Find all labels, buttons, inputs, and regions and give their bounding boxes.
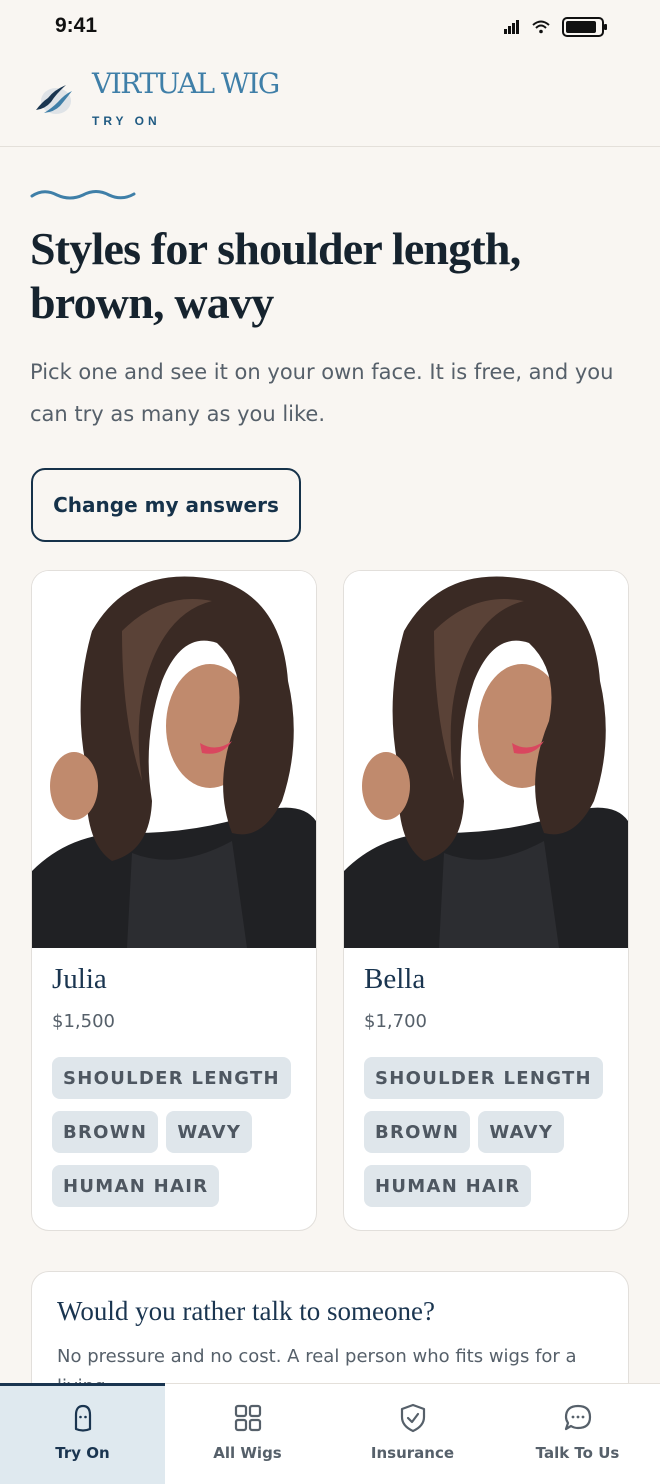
chat-bubble-icon <box>564 1404 591 1431</box>
app-header: VIRTUAL WIG TRY ON <box>0 56 660 147</box>
style-price: $1,700 <box>364 1011 427 1032</box>
tab-insurance[interactable]: Insurance <box>330 1384 495 1484</box>
style-tags: SHOULDER LENGTH BROWN WAVY HUMAN HAIR <box>364 1057 614 1207</box>
logo-icon <box>36 85 72 114</box>
intro-text: Pick one and see it on your own face. It… <box>30 360 614 426</box>
wig-model-photo <box>344 571 628 948</box>
status-icons <box>504 16 608 38</box>
tag-length: SHOULDER LENGTH <box>52 1057 291 1099</box>
bottom-tab-bar: Try On All Wigs Insurance Talk To Us <box>0 1383 660 1484</box>
change-answers-button[interactable]: Change my answers <box>31 468 301 542</box>
style-name: Bella <box>364 963 426 995</box>
style-price: $1,500 <box>52 1011 115 1032</box>
wifi-icon <box>532 20 550 34</box>
battery-icon <box>562 17 607 37</box>
tab-label: Try On <box>55 1444 110 1462</box>
tag-color: BROWN <box>364 1111 471 1153</box>
wig-model-photo <box>32 571 316 948</box>
tag-material: HUMAN HAIR <box>364 1165 532 1207</box>
signal-icon <box>504 20 519 34</box>
tag-material: HUMAN HAIR <box>52 1165 220 1207</box>
tab-try-on[interactable]: Try On <box>0 1383 165 1484</box>
shield-check-icon <box>400 1403 425 1433</box>
face-icon <box>74 1404 91 1432</box>
style-card-julia[interactable]: Julia $1,500 SHOULDER LENGTH BROWN WAVY … <box>31 570 317 1231</box>
style-tags: SHOULDER LENGTH BROWN WAVY HUMAN HAIR <box>52 1057 302 1207</box>
tag-texture: WAVY <box>166 1111 253 1153</box>
wave-divider <box>30 190 136 200</box>
brand-subtitle: TRY ON <box>92 114 161 128</box>
tab-talk-to-us[interactable]: Talk To Us <box>495 1384 660 1484</box>
tab-label: Insurance <box>370 1444 455 1462</box>
page-title: Styles for shoulder length, brown, wavy <box>30 223 521 328</box>
status-bar: 9:41 <box>0 0 660 56</box>
talk-title: Would you rather talk to someone? <box>57 1296 435 1326</box>
tag-length: SHOULDER LENGTH <box>364 1057 603 1099</box>
tab-label: All Wigs <box>213 1444 282 1462</box>
status-time: 9:41 <box>55 14 98 37</box>
tab-all-wigs[interactable]: All Wigs <box>165 1384 330 1484</box>
brand-name: VIRTUAL WIG <box>92 67 280 100</box>
tag-color: BROWN <box>52 1111 159 1153</box>
tab-label: Talk To Us <box>535 1444 620 1462</box>
style-name: Julia <box>52 963 107 995</box>
grid-icon <box>234 1404 261 1432</box>
tag-texture: WAVY <box>478 1111 565 1153</box>
style-card-bella[interactable]: Bella $1,700 SHOULDER LENGTH BROWN WAVY … <box>343 570 629 1231</box>
